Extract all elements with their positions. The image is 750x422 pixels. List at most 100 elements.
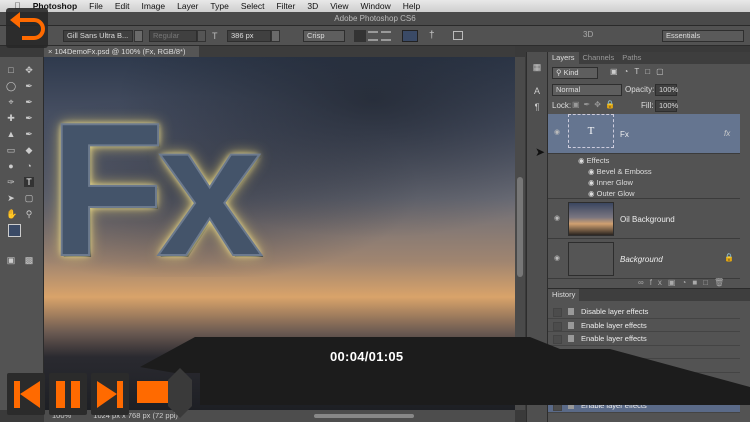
pen-tool-icon[interactable]: ✑ — [6, 177, 16, 187]
tab-layers[interactable]: Layers — [548, 52, 579, 64]
eraser-tool-icon[interactable]: ▭ — [6, 145, 16, 155]
layer-row-fx[interactable]: ◉ T Fx fx — [548, 114, 740, 154]
layer-row-oil-background[interactable]: ◉ Oil Background — [548, 199, 740, 239]
menu-edit[interactable]: Edit — [115, 1, 130, 11]
tab-channels[interactable]: Channels — [579, 52, 619, 64]
blend-mode-select[interactable]: Normal — [552, 84, 622, 96]
oil-background-thumbnail — [568, 202, 614, 236]
align-left-icon[interactable] — [354, 30, 366, 42]
document-tab-label: 104DemoFx.psd @ 100% (Fx, RGB/8*) — [54, 47, 186, 56]
align-right-icon[interactable] — [381, 31, 391, 41]
lock-icons[interactable]: ▣✒✥🔒 — [572, 100, 619, 109]
panels-toggle-icon[interactable] — [453, 31, 463, 40]
menu-3d[interactable]: 3D — [307, 1, 318, 11]
filter-kind-select[interactable]: ⚲ Kind — [552, 67, 598, 79]
layer-row-background[interactable]: ◉ Background 🔒 — [548, 239, 740, 279]
tab-history[interactable]: History — [548, 289, 580, 301]
text-color-swatch[interactable] — [402, 30, 418, 42]
menu-help[interactable]: Help — [403, 1, 420, 11]
document-tab[interactable]: × 104DemoFx.psd @ 100% (Fx, RGB/8*) — [44, 46, 199, 57]
back-button[interactable] — [6, 8, 48, 48]
scroll-thumb[interactable] — [517, 177, 523, 277]
mouse-cursor-icon: ➤ — [535, 145, 546, 159]
3d-mode-label: 3D — [583, 30, 594, 39]
stamp-tool-icon[interactable]: ▲ — [6, 129, 16, 139]
chevron-down-icon[interactable] — [197, 30, 206, 42]
lasso-tool-icon[interactable]: ◯ — [6, 81, 16, 91]
align-center-icon[interactable] — [368, 31, 378, 41]
workspace-select[interactable]: Essentials — [662, 30, 744, 42]
paint-bucket-icon[interactable]: ◆ — [24, 145, 34, 155]
history-brush-icon[interactable]: ✒ — [24, 129, 34, 139]
eye-icon[interactable]: ◉ — [554, 128, 562, 136]
next-button[interactable] — [91, 373, 129, 415]
menu-file[interactable]: File — [89, 1, 103, 11]
fx-badge[interactable]: fx — [724, 129, 730, 138]
playback-time: 00:04/01:05 — [330, 349, 404, 364]
previous-button[interactable] — [7, 373, 45, 415]
history-item[interactable]: Disable layer effects — [548, 305, 740, 319]
menu-window[interactable]: Window — [361, 1, 391, 11]
path-select-icon[interactable]: ➤ — [6, 193, 16, 203]
font-style-select[interactable]: Regular — [149, 30, 197, 42]
effects-label[interactable]: ◉ Effects — [578, 156, 609, 165]
shape-tool-icon[interactable]: ▢ — [24, 193, 34, 203]
brush-tool-icon[interactable]: ✒ — [24, 113, 34, 123]
effect-bevel-emboss[interactable]: ◉ Bevel & Emboss — [588, 167, 652, 176]
type-layer-thumbnail: T — [568, 114, 614, 148]
font-family-select[interactable]: Gill Sans Ultra B... — [63, 30, 133, 42]
tab-paths[interactable]: Paths — [618, 52, 645, 64]
pause-button[interactable] — [49, 373, 87, 415]
layer-actions-bar[interactable]: ∞fx▣◔■□🗑 — [638, 278, 730, 287]
back-arrow-icon — [10, 12, 45, 40]
lock-icon: 🔒 — [724, 253, 734, 262]
properties-icon[interactable]: ▦ — [532, 62, 542, 72]
layer-effects-group: ◉ Effects ◉ Bevel & Emboss ◉ Inner Glow … — [548, 154, 740, 199]
eye-icon[interactable]: ◉ — [554, 254, 562, 262]
screen-mode-icon[interactable]: ▩ — [24, 255, 34, 265]
warp-text-icon[interactable]: † — [429, 30, 435, 41]
quick-mask-icon[interactable]: ▣ — [6, 255, 16, 265]
lock-label: Lock: — [552, 101, 572, 110]
paragraph-icon[interactable]: ¶ — [532, 102, 542, 112]
pause-icon — [56, 381, 80, 408]
move-tool-icon[interactable]: ✥ — [24, 65, 34, 75]
opacity-label: Opacity: — [625, 85, 655, 94]
crop-tool-icon[interactable]: ⌖ — [6, 97, 16, 107]
font-size-input[interactable]: 386 px — [227, 30, 271, 42]
opacity-input[interactable]: 100% — [655, 84, 678, 96]
skip-forward-icon — [97, 381, 123, 408]
progress-scrubber-handle[interactable] — [168, 368, 192, 418]
fill-input[interactable]: 100% — [655, 100, 678, 112]
window-title: Adobe Photoshop CS6 — [334, 14, 416, 23]
antialias-select[interactable]: Crisp — [303, 30, 345, 42]
filter-icons[interactable]: ▣◔T□▢ — [610, 67, 670, 76]
hand-tool-icon[interactable]: ✋ — [6, 209, 17, 219]
foreground-color-swatch[interactable] — [8, 224, 21, 237]
menu-layer[interactable]: Layer — [177, 1, 198, 11]
eye-icon[interactable]: ◉ — [554, 214, 562, 222]
menu-filter[interactable]: Filter — [276, 1, 295, 11]
healing-brush-icon[interactable]: ✚ — [6, 113, 16, 123]
effect-inner-glow[interactable]: ◉ Inner Glow — [588, 178, 633, 187]
history-item[interactable]: Enable layer effects — [548, 319, 740, 332]
menu-type[interactable]: Type — [210, 1, 228, 11]
menu-image[interactable]: Image — [142, 1, 166, 11]
character-icon[interactable]: A — [532, 86, 542, 96]
layer-name: Oil Background — [620, 215, 675, 224]
layer-name: Fx — [620, 130, 629, 139]
dodge-tool-icon[interactable]: ◔ — [24, 161, 34, 171]
menu-select[interactable]: Select — [241, 1, 265, 11]
menu-view[interactable]: View — [330, 1, 348, 11]
effect-outer-glow[interactable]: ◉ Outer Glow — [588, 189, 635, 198]
quick-select-icon[interactable]: ✒ — [24, 81, 34, 91]
layer-name: Background — [620, 255, 663, 264]
eyedropper-icon[interactable]: ✒ — [24, 97, 34, 107]
zoom-tool-icon[interactable]: ⚲ — [24, 209, 34, 219]
chevron-down-icon[interactable] — [271, 30, 280, 42]
type-tool-icon[interactable]: T — [24, 177, 34, 187]
chevron-down-icon[interactable] — [134, 30, 143, 42]
skip-back-icon — [14, 381, 40, 408]
blur-tool-icon[interactable]: ● — [6, 161, 16, 171]
marquee-tool-icon[interactable]: □ — [6, 65, 16, 75]
